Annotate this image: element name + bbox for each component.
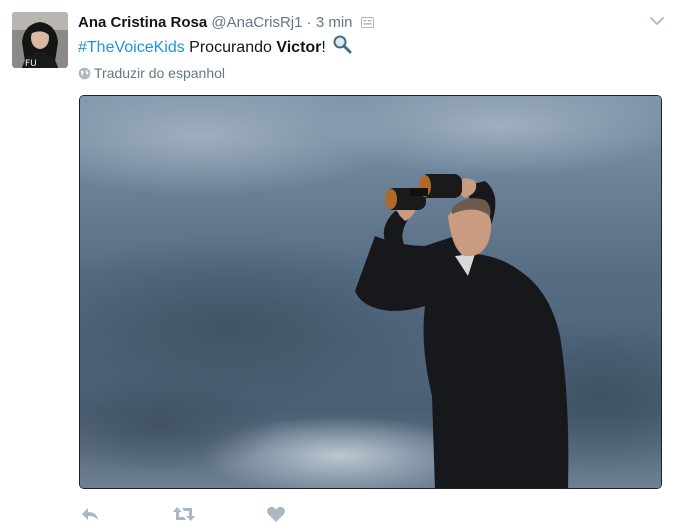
translate-link[interactable]: Traduzir do espanhol [78, 64, 225, 82]
reply-icon [82, 508, 98, 520]
avatar[interactable]: FU [12, 12, 68, 68]
tweet-text-bold: Victor [276, 39, 322, 56]
tweet-card: FU Ana Cristina Rosa @AnaCrisRj1 · 3 min… [0, 0, 680, 531]
author-name[interactable]: Ana Cristina Rosa [78, 14, 207, 31]
like-button[interactable] [266, 504, 286, 529]
retweet-button[interactable] [172, 504, 196, 529]
chevron-down-icon[interactable] [648, 12, 666, 30]
caption-icon [360, 14, 374, 34]
tweet-header: Ana Cristina Rosa @AnaCrisRj1 · 3 min [78, 13, 374, 34]
translate-label: Traduzir do espanhol [94, 65, 226, 81]
author-handle[interactable]: @AnaCrisRj1 [211, 14, 302, 31]
retweet-icon [173, 507, 195, 521]
svg-text:FU: FU [25, 59, 37, 68]
reply-button[interactable] [80, 504, 100, 529]
tweet-text-middle: Procurando [184, 39, 277, 56]
timestamp[interactable]: 3 min [316, 14, 353, 31]
hashtag-link[interactable]: #TheVoiceKids [78, 39, 185, 56]
separator-dot: · [306, 14, 312, 31]
heart-icon [267, 506, 285, 522]
tweet-image[interactable] [79, 95, 662, 489]
globe-icon [78, 67, 91, 80]
tweet-text-end: ! [321, 39, 326, 56]
tweet-text: #TheVoiceKids Procurando Victor! [78, 34, 352, 61]
magnifying-glass-icon [332, 34, 352, 61]
man-with-binoculars-photo [80, 96, 661, 488]
